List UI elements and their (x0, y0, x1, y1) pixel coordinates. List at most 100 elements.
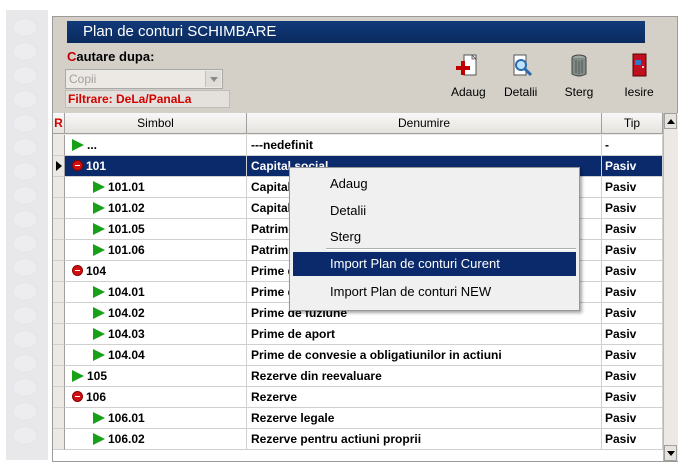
add-document-icon (453, 51, 483, 81)
dock-dot (12, 66, 38, 85)
context-item-import-current[interactable]: Import Plan de conturi Curent (330, 253, 500, 275)
group-stop-icon (72, 265, 83, 277)
cell-tip[interactable]: Pasiv (602, 198, 663, 219)
cell-tip[interactable]: Pasiv (602, 366, 663, 387)
cell-tip[interactable]: Pasiv (602, 240, 663, 261)
table-row[interactable]: 106 Rezerve Pasiv (53, 387, 663, 408)
table-row[interactable]: 106.01 Rezerve legale Pasiv (53, 408, 663, 429)
account-symbol: 104.03 (108, 327, 145, 341)
cell-simbol[interactable]: ... (65, 135, 247, 156)
dock-dot (12, 18, 38, 37)
cell-simbol[interactable]: 101.01 (65, 177, 247, 198)
cell-tip[interactable]: Pasiv (602, 219, 663, 240)
table-row[interactable]: 106.02 Rezerve pentru actiuni proprii Pasi… (53, 429, 663, 450)
table-row[interactable]: 104.03 Prime de aport Pasiv (53, 324, 663, 345)
dock-dot (12, 378, 38, 397)
cell-simbol[interactable]: 104 (65, 261, 247, 282)
row-indicator[interactable] (53, 177, 65, 198)
row-indicator[interactable] (53, 261, 65, 282)
dock-dot (12, 114, 38, 133)
cell-denumire[interactable]: Prime de convesie a obligatiunilor in ac… (247, 345, 602, 366)
cell-simbol[interactable]: 104.04 (65, 345, 247, 366)
cell-tip[interactable]: Pasiv (602, 177, 663, 198)
cell-tip[interactable]: Pasiv (602, 303, 663, 324)
left-dock-strip (6, 10, 48, 460)
cell-simbol[interactable]: 101 (65, 156, 247, 177)
delete-button[interactable]: Sterg (564, 51, 594, 99)
row-indicator[interactable] (53, 198, 65, 219)
cell-denumire[interactable]: Rezerve legale (247, 408, 602, 429)
cell-simbol[interactable]: 101.05 (65, 219, 247, 240)
cell-denumire[interactable]: ---nedefinit (247, 135, 602, 156)
cell-denumire[interactable]: Rezerve din reevaluare (247, 366, 602, 387)
cell-simbol[interactable]: 106.02 (65, 429, 247, 450)
cell-tip[interactable]: Pasiv (602, 408, 663, 429)
table-row[interactable]: ... ---nedefinit - (53, 135, 663, 156)
row-indicator[interactable] (53, 219, 65, 240)
cell-simbol[interactable]: 104.03 (65, 324, 247, 345)
green-arrow-icon (72, 138, 84, 151)
account-symbol: 101.05 (108, 222, 145, 236)
cell-tip[interactable]: Pasiv (602, 387, 663, 408)
cell-denumire[interactable]: Rezerve pentru actiuni proprii (247, 429, 602, 450)
magnifier-document-icon (506, 51, 536, 81)
context-item-details[interactable]: Detalii (330, 200, 366, 222)
table-row[interactable]: 104.04 Prime de convesie a obligatiunilor… (53, 345, 663, 366)
cell-tip[interactable]: Pasiv (602, 324, 663, 345)
scroll-up-icon[interactable] (664, 113, 677, 129)
green-arrow-icon (93, 432, 105, 445)
context-item-add[interactable]: Adaug (330, 173, 368, 195)
vertical-scrollbar[interactable] (663, 113, 678, 461)
row-indicator[interactable] (53, 282, 65, 303)
search-by-label: Cautare dupa: (67, 49, 155, 64)
column-header-denumire[interactable]: Denumire (247, 113, 602, 134)
cell-simbol[interactable]: 101.06 (65, 240, 247, 261)
row-indicator[interactable] (53, 387, 65, 408)
cell-simbol[interactable]: 104.01 (65, 282, 247, 303)
row-indicator[interactable] (53, 303, 65, 324)
dock-dot (12, 186, 38, 205)
details-button[interactable]: Detalii (504, 51, 537, 99)
account-symbol: ... (87, 138, 98, 152)
scroll-down-icon[interactable] (664, 445, 677, 461)
cell-simbol[interactable]: 106 (65, 387, 247, 408)
cell-tip[interactable]: Pasiv (602, 261, 663, 282)
row-indicator[interactable] (53, 240, 65, 261)
dock-dot (12, 402, 38, 421)
row-indicator[interactable] (53, 324, 65, 345)
account-symbol: 101.06 (108, 243, 145, 257)
search-field-combo[interactable]: Copii (65, 69, 223, 89)
account-symbol: 104 (86, 264, 107, 278)
filter-range-button[interactable]: Filtrare: DeLa/PanaLa (65, 90, 230, 108)
row-indicator[interactable] (53, 156, 65, 177)
row-indicator[interactable] (53, 366, 65, 387)
context-item-import-new[interactable]: Import Plan de conturi NEW (330, 281, 491, 303)
cell-simbol[interactable]: 105 (65, 366, 247, 387)
row-indicator[interactable] (53, 345, 65, 366)
account-symbol: 106.01 (108, 411, 145, 425)
cell-simbol[interactable]: 106.01 (65, 408, 247, 429)
cell-simbol[interactable]: 104.02 (65, 303, 247, 324)
table-row[interactable]: 105 Rezerve din reevaluare Pasiv (53, 366, 663, 387)
chevron-down-icon[interactable] (205, 71, 221, 87)
exit-button[interactable]: Iesire (624, 51, 654, 99)
column-header-simbol[interactable]: Simbol (65, 113, 247, 134)
column-header-tip[interactable]: Tip (602, 113, 663, 134)
cell-tip[interactable]: Pasiv (602, 282, 663, 303)
cell-tip[interactable]: Pasiv (602, 429, 663, 450)
context-item-delete[interactable]: Sterg (330, 226, 361, 248)
cell-tip[interactable]: Pasiv (602, 156, 663, 177)
add-button[interactable]: Adaug (451, 51, 486, 99)
context-menu: Adaug Detalii Sterg Import Plan de contu… (289, 167, 580, 311)
search-field-value: Copii (69, 72, 97, 86)
cell-tip[interactable]: Pasiv (602, 345, 663, 366)
cell-denumire[interactable]: Rezerve (247, 387, 602, 408)
cell-simbol[interactable]: 101.02 (65, 198, 247, 219)
green-arrow-icon (93, 243, 105, 256)
row-indicator[interactable] (53, 429, 65, 450)
row-indicator[interactable] (53, 408, 65, 429)
cell-denumire[interactable]: Prime de aport (247, 324, 602, 345)
row-indicator[interactable] (53, 135, 65, 156)
cell-tip[interactable]: - (602, 135, 663, 156)
group-stop-icon (72, 391, 83, 403)
